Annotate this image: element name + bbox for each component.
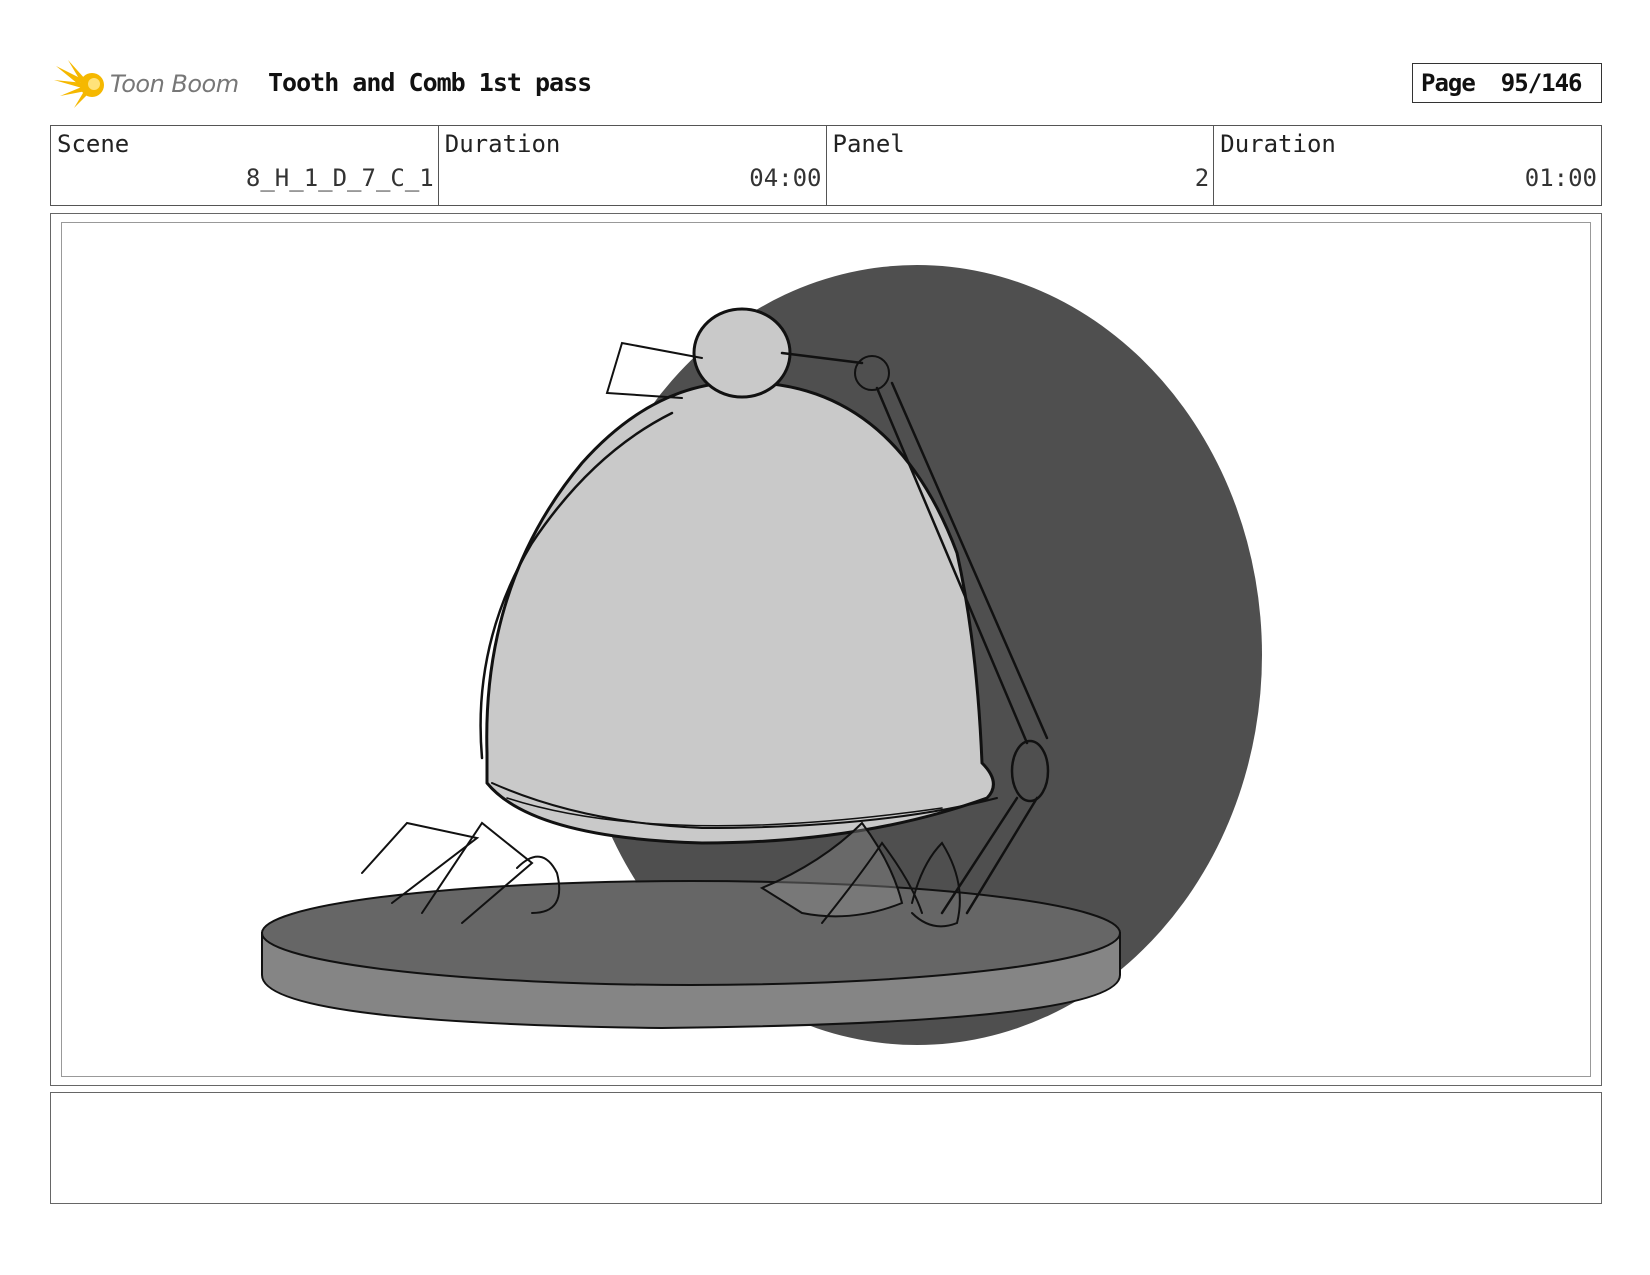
storyboard-header: Toon Boom Tooth and Comb 1st pass Page 9… xyxy=(50,54,1602,114)
toon-boom-logo: Toon Boom xyxy=(54,58,259,110)
panel-cell: Panel 2 xyxy=(827,126,1215,205)
panel-value: 2 xyxy=(1194,164,1210,192)
panel-label: Panel xyxy=(832,130,905,158)
page-label: Page xyxy=(1421,69,1476,97)
scene-duration-label: Duration xyxy=(444,130,561,158)
page-number: 95/146 xyxy=(1500,69,1583,97)
panel-notes-box xyxy=(50,1092,1602,1204)
scene-value: 8_H_1_D_7_C_1 xyxy=(245,164,434,192)
scene-info-row: Scene 8_H_1_D_7_C_1 Duration 04:00 Panel… xyxy=(50,125,1602,206)
storyboard-sketch xyxy=(261,265,1262,1045)
scene-duration-value: 04:00 xyxy=(749,164,822,192)
panel-duration-value: 01:00 xyxy=(1524,164,1597,192)
project-title: Tooth and Comb 1st pass xyxy=(268,68,592,97)
page-indicator: Page 95/146 xyxy=(1412,63,1602,103)
panel-duration-cell: Duration 01:00 xyxy=(1214,126,1601,205)
platter xyxy=(261,880,1121,1030)
scene-cell: Scene 8_H_1_D_7_C_1 xyxy=(51,126,439,205)
starburst-icon xyxy=(54,60,104,108)
scene-duration-cell: Duration 04:00 xyxy=(439,126,827,205)
panel-frame xyxy=(50,213,1602,1086)
scene-label: Scene xyxy=(57,130,130,158)
panel-duration-label: Duration xyxy=(1220,130,1336,158)
logo-text: Toon Boom xyxy=(110,70,239,98)
panel-image-area xyxy=(61,222,1591,1077)
